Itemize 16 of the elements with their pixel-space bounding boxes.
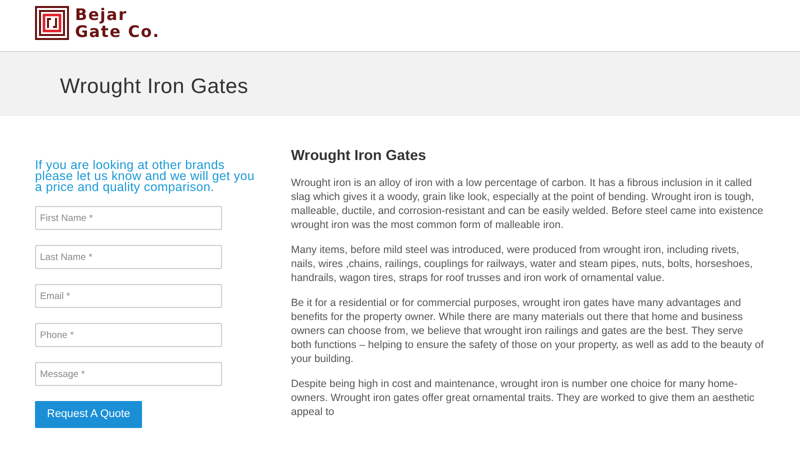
article-paragraph: Despite being high in cost and maintenance, wrought iron is number one choice for many home-owners. Wrought iron gates offer great ornamental traits. They are worked to give them an aesthetic appeal to [291, 377, 756, 419]
article-heading: Wrought Iron Gates [291, 147, 428, 166]
logo-text[interactable]: Gate Co. [75, 23, 160, 40]
article-paragraph: Be it for a residential or for commercial purposes, wrought iron gates have many advantages and benefits for the property owner. While there are many materials out there that home and business owners can choose from, we believe that wrought iron railings and gates are the best. They serve both functions – helping to ensure the safety of those on your property, as well as add to the beauty of your building. [291, 296, 765, 366]
input-field[interactable]: Message * [35, 362, 222, 386]
logo-text[interactable]: Bejar [75, 6, 160, 23]
intro-text: If you are looking at other brands please let us know and we will get you a price and quality comparison. [35, 160, 255, 193]
input-field[interactable]: First Name * [35, 206, 222, 230]
input-field[interactable]: Last Name * [35, 245, 222, 269]
input-field[interactable]: Email * [35, 284, 222, 308]
input-field[interactable]: Phone * [35, 323, 222, 347]
article-paragraph: Wrought iron is an alloy of iron with a low percentage of carbon. It has a fibrous inclusion in it called slag which gives it a woody, grain like look, especially at the point of bending. Wrought iron is tough, malleable, ductile, and corrosion-resistant and can be easily welded. Before steel came into existence wrought iron was the most common form of malleable iron. [291, 176, 764, 232]
request-quote-button[interactable]: Request A Quote [35, 401, 142, 428]
article-paragraph: Many items, before mild steel was introduced, were produced from wrought iron, including rivets, nails, wires ,chains, railings, couplings for railways, water and steam pipes, nuts, bolts, horseshoes, handrails, wagon tires, straps for roof trusses and iron work of ornamental value. [291, 243, 754, 285]
page-title: Wrought Iron Gates [60, 74, 250, 100]
logo-icon [35, 6, 69, 40]
